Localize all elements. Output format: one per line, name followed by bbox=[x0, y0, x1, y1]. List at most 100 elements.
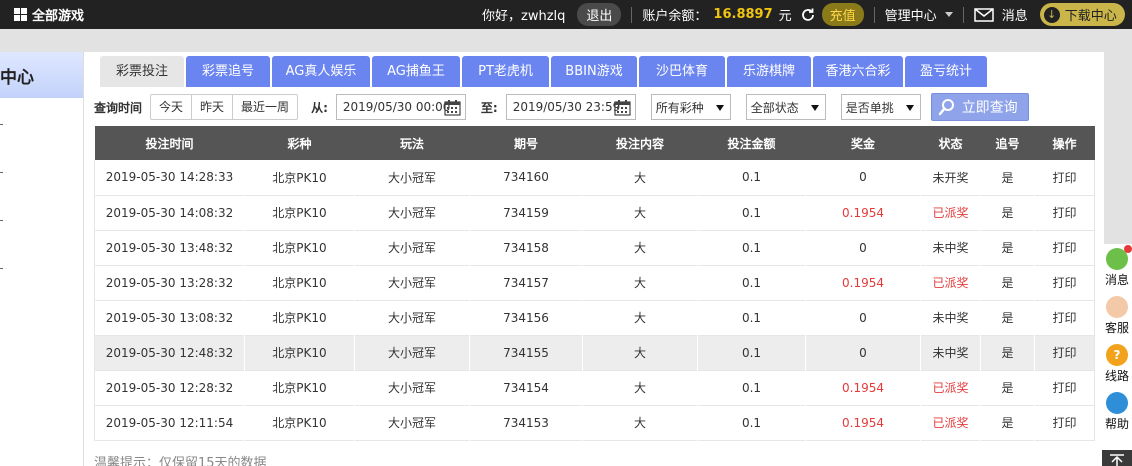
from-date-input[interactable]: 2019/05/30 00:00 bbox=[335, 94, 466, 120]
issue-number-cell: 734155 bbox=[469, 335, 583, 370]
tab-hk-mark-six[interactable]: 香港六合彩 bbox=[813, 56, 903, 87]
download-center-button[interactable]: ↓ 下载中心 bbox=[1039, 3, 1125, 26]
table-row: 2019-05-30 14:08:32 北京PK10 大小冠军 734159 大 0.1 0… bbox=[94, 195, 1095, 230]
floating-toolbar: 消息 客服 ? 线路 帮助 bbox=[1102, 244, 1132, 466]
bet-time-cell: 2019-05-30 12:11:54 bbox=[94, 405, 245, 440]
prize-cell: 0.1954 bbox=[805, 195, 921, 230]
sidebar-marker bbox=[0, 172, 3, 173]
calendar-icon[interactable] bbox=[614, 99, 631, 116]
print-cell[interactable]: 打印 bbox=[1034, 335, 1095, 370]
print-cell[interactable]: 打印 bbox=[1034, 265, 1095, 300]
print-cell[interactable]: 打印 bbox=[1034, 160, 1095, 195]
status-select[interactable]: 全部状态 bbox=[745, 94, 826, 120]
chase-cell: 是 bbox=[980, 230, 1035, 265]
float-service-button[interactable]: 客服 bbox=[1102, 296, 1132, 336]
chase-cell: 是 bbox=[980, 195, 1035, 230]
play-type-cell: 大小冠军 bbox=[354, 370, 470, 405]
envelope-icon[interactable] bbox=[973, 7, 994, 22]
chevron-down-icon bbox=[810, 105, 819, 111]
arrow-up-icon bbox=[1110, 454, 1124, 466]
lottery-cell: 北京PK10 bbox=[244, 195, 355, 230]
tab-ag-live[interactable]: AG真人娱乐 bbox=[272, 56, 370, 87]
issue-number-cell: 734160 bbox=[469, 160, 583, 195]
column-header: 玩法 bbox=[399, 136, 424, 151]
filter-bar: 查询时间 今天 昨天 最近一周 从: 2019/05/30 00:00 至: 2… bbox=[94, 93, 1029, 121]
tab-pt-slots[interactable]: PT老虎机 bbox=[462, 56, 549, 87]
single-pick-select[interactable]: 是否单挑 bbox=[840, 94, 921, 120]
lottery-cell: 北京PK10 bbox=[244, 265, 355, 300]
calendar-icon[interactable] bbox=[444, 99, 461, 116]
search-label: 立即查询 bbox=[961, 100, 1018, 116]
tab-leyou-chess[interactable]: 乐游棋牌 bbox=[727, 56, 811, 87]
balance-label: 账户余额： bbox=[642, 9, 708, 24]
float-service-label: 客服 bbox=[1104, 321, 1129, 335]
greeting: 你好，zwhzlq bbox=[482, 9, 566, 24]
grid-icon bbox=[14, 8, 27, 21]
print-cell[interactable]: 打印 bbox=[1034, 230, 1095, 265]
logout-button[interactable]: 退出 bbox=[577, 3, 622, 26]
status-cell: 已派奖 bbox=[920, 195, 981, 230]
tab-profit-loss[interactable]: 盈亏统计 bbox=[905, 56, 987, 87]
chat-icon bbox=[1106, 245, 1132, 270]
divider bbox=[962, 6, 964, 23]
column-header: 投注内容 bbox=[615, 136, 664, 151]
status-cell: 未中奖 bbox=[920, 300, 981, 335]
column-header: 操作 bbox=[1052, 136, 1077, 151]
bet-amount-cell: 0.1 bbox=[697, 335, 806, 370]
prize-cell: 0 bbox=[805, 300, 921, 335]
play-type-cell: 大小冠军 bbox=[354, 160, 470, 195]
print-cell[interactable]: 打印 bbox=[1034, 405, 1095, 440]
messages-link[interactable]: 消息 bbox=[1002, 5, 1028, 24]
lottery-cell: 北京PK10 bbox=[244, 335, 355, 370]
table-row: 2019-05-30 13:08:32 北京PK10 大小冠军 734156 大 0.1 0… bbox=[94, 300, 1095, 335]
bet-time-cell: 2019-05-30 14:28:33 bbox=[94, 160, 245, 195]
chase-cell: 是 bbox=[980, 405, 1035, 440]
recharge-button[interactable]: 充值 bbox=[821, 3, 864, 26]
float-route-button[interactable]: ? 线路 bbox=[1102, 344, 1132, 384]
tab-saba-sports[interactable]: 沙巴体育 bbox=[639, 56, 725, 87]
bet-time-cell: 2019-05-30 13:48:32 bbox=[94, 230, 245, 265]
last-week-button[interactable]: 最近一周 bbox=[233, 95, 297, 119]
back-to-top-button[interactable] bbox=[1102, 450, 1132, 466]
bet-content-cell: 大 bbox=[582, 405, 698, 440]
play-type-cell: 大小冠军 bbox=[354, 335, 470, 370]
management-center-menu[interactable]: 管理中心 bbox=[885, 5, 953, 24]
quick-range-group: 今天 昨天 最近一周 bbox=[150, 94, 299, 120]
play-type-cell: 大小冠军 bbox=[354, 405, 470, 440]
tab-bbin-games[interactable]: BBIN游戏 bbox=[551, 56, 637, 87]
to-date-input[interactable]: 2019/05/30 23:59 bbox=[505, 94, 636, 120]
chase-cell: 是 bbox=[980, 160, 1035, 195]
print-cell[interactable]: 打印 bbox=[1034, 300, 1095, 335]
column-header: 追号 bbox=[995, 136, 1020, 151]
prize-cell: 0.1954 bbox=[805, 405, 921, 440]
tab-lottery-bets[interactable]: 彩票投注 bbox=[100, 56, 184, 87]
yesterday-button[interactable]: 昨天 bbox=[192, 95, 234, 119]
lottery-cell: 北京PK10 bbox=[244, 405, 355, 440]
bet-amount-cell: 0.1 bbox=[697, 160, 806, 195]
float-messages-button[interactable]: 消息 bbox=[1102, 245, 1132, 288]
today-button[interactable]: 今天 bbox=[151, 95, 193, 119]
refresh-icon[interactable] bbox=[800, 7, 816, 23]
bet-amount-cell: 0.1 bbox=[697, 405, 806, 440]
lottery-type-select[interactable]: 所有彩种 bbox=[650, 94, 731, 120]
print-cell[interactable]: 打印 bbox=[1034, 370, 1095, 405]
single-pick-value: 是否单挑 bbox=[845, 100, 894, 115]
bet-amount-cell: 0.1 bbox=[697, 370, 806, 405]
all-games-menu[interactable]: 全部游戏 bbox=[14, 5, 84, 24]
bet-content-cell: 大 bbox=[582, 265, 698, 300]
lottery-cell: 北京PK10 bbox=[244, 370, 355, 405]
issue-number-cell: 734156 bbox=[469, 300, 583, 335]
from-date-value: 2019/05/30 00:00 bbox=[342, 100, 451, 114]
column-header: 彩种 bbox=[287, 136, 312, 151]
column-header: 期号 bbox=[513, 136, 538, 151]
tab-lottery-chase[interactable]: 彩票追号 bbox=[186, 56, 270, 87]
float-help-button[interactable]: 帮助 bbox=[1102, 392, 1132, 432]
column-header: 状态 bbox=[938, 136, 963, 151]
column-header: 奖金 bbox=[850, 136, 875, 151]
tab-ag-fishing[interactable]: AG捕鱼王 bbox=[372, 56, 460, 87]
float-route-label: 线路 bbox=[1104, 369, 1129, 383]
print-cell[interactable]: 打印 bbox=[1034, 195, 1095, 230]
bet-amount-cell: 0.1 bbox=[697, 265, 806, 300]
bet-amount-cell: 0.1 bbox=[697, 195, 806, 230]
search-button[interactable]: 立即查询 bbox=[930, 93, 1029, 121]
